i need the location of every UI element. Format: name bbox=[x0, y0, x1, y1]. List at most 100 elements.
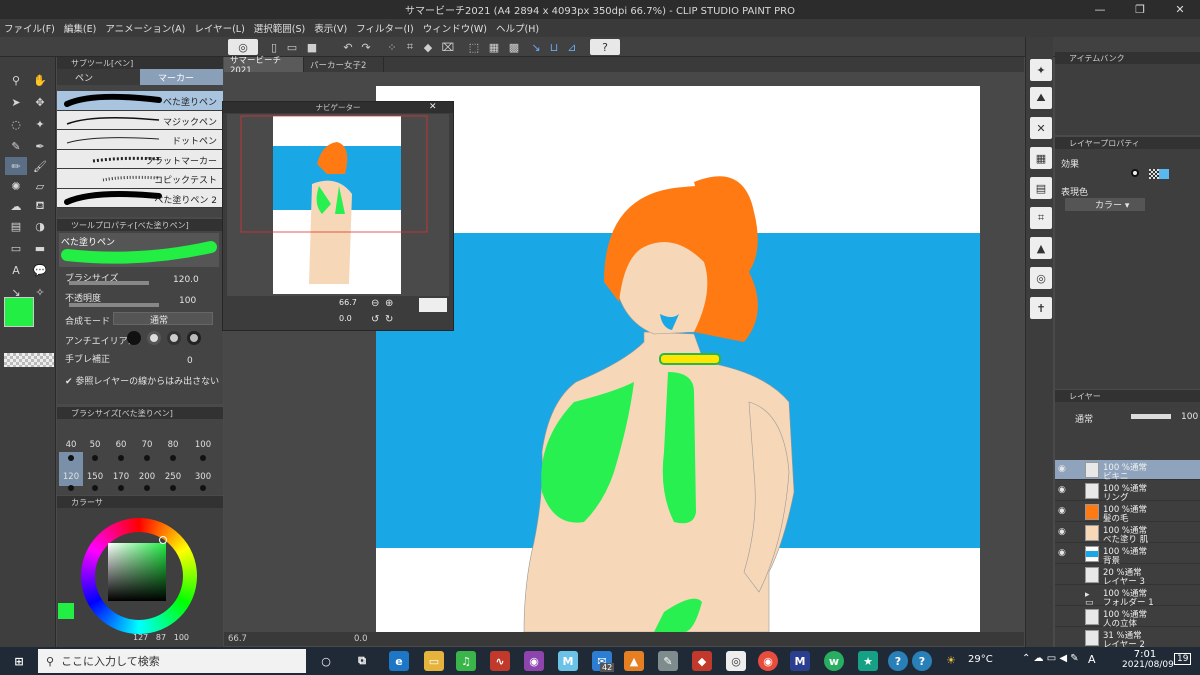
eye-icon[interactable]: ◉ bbox=[1058, 549, 1068, 558]
clear-icon[interactable]: ⁘ bbox=[384, 39, 400, 55]
gradient-icon[interactable]: ▤ bbox=[5, 217, 27, 235]
frame-icon[interactable]: ⌗ bbox=[1030, 207, 1052, 229]
antialias-none-option[interactable] bbox=[127, 331, 141, 345]
layer-blend-select[interactable]: 通常 bbox=[1075, 412, 1093, 425]
status-angle[interactable]: 0.0 bbox=[354, 634, 368, 644]
snap-special-ruler-icon[interactable]: ⊔ bbox=[546, 39, 562, 55]
main-color-swatch[interactable] bbox=[4, 297, 34, 327]
eye-icon[interactable]: ◉ bbox=[1058, 465, 1068, 474]
effect-icon[interactable]: ◎ bbox=[1030, 267, 1052, 289]
rotate-left-icon[interactable]: ↺ bbox=[371, 314, 379, 325]
material-icon[interactable]: ⛰ bbox=[1030, 87, 1052, 109]
navigator-close-icon[interactable]: ✕ bbox=[429, 102, 437, 112]
sv-picker-handle[interactable] bbox=[159, 536, 167, 544]
pencil-tool-icon[interactable]: ✏ bbox=[5, 157, 27, 175]
layer-row[interactable]: ◉ 100 %通常 背景 bbox=[1055, 544, 1200, 566]
crop-icon[interactable]: ⌧ bbox=[440, 39, 456, 55]
ime-indicator[interactable]: A bbox=[1088, 653, 1096, 666]
mountain-icon[interactable]: ▲ bbox=[1030, 237, 1052, 259]
menu-edit[interactable]: 編集(E) bbox=[64, 21, 96, 35]
brush-tool-icon[interactable]: 🖌 bbox=[29, 157, 51, 175]
help-app-icon[interactable]: ? bbox=[888, 651, 908, 671]
ruler-tool-icon[interactable]: ▬ bbox=[29, 239, 51, 257]
cortana-icon[interactable]: ○ bbox=[316, 651, 336, 671]
zoom-out-icon[interactable]: ⊖ bbox=[371, 298, 379, 309]
size-option[interactable]: 170 bbox=[109, 472, 133, 482]
snap-grid-icon[interactable]: ⊿ bbox=[564, 39, 580, 55]
undo-icon[interactable]: ↶ bbox=[340, 39, 356, 55]
transform-icon[interactable]: ⌗ bbox=[402, 39, 418, 55]
eye-icon[interactable]: ◉ bbox=[1058, 507, 1068, 516]
antialias-weak-option[interactable] bbox=[147, 331, 161, 345]
operation-tool-icon[interactable]: ➤ bbox=[5, 93, 27, 111]
fill-tool-icon[interactable]: ⛾ bbox=[29, 197, 51, 215]
eraser-icon[interactable]: ▱ bbox=[29, 177, 51, 195]
notification-icon[interactable]: 19 bbox=[1174, 653, 1192, 665]
temperature[interactable]: 29°C bbox=[968, 654, 993, 665]
sparkle-icon[interactable]: ✦ bbox=[1030, 59, 1052, 81]
saturation-value-square[interactable] bbox=[108, 543, 166, 601]
weather-icon[interactable]: ☀ bbox=[946, 654, 956, 667]
menu-filter[interactable]: フィルター(I) bbox=[356, 21, 414, 35]
menu-view[interactable]: 表示(V) bbox=[314, 21, 347, 35]
system-tray-icons[interactable]: ⌃ ☁ ▭ ◀ ✎ bbox=[1022, 653, 1079, 664]
taskbar-search[interactable]: ⚲ ここに入力して検索 bbox=[38, 649, 306, 673]
size-option[interactable]: 40 bbox=[59, 440, 83, 450]
move-layer-icon[interactable]: ✥ bbox=[29, 93, 51, 111]
audio-app-icon[interactable]: ∿ bbox=[490, 651, 510, 671]
layer-row[interactable]: ◉ 100 %通常 髪の毛 bbox=[1055, 502, 1200, 524]
media-app-icon[interactable]: ◉ bbox=[524, 651, 544, 671]
figure-tool-icon[interactable]: ◑ bbox=[29, 217, 51, 235]
frame-tool-icon[interactable]: ▭ bbox=[5, 239, 27, 257]
expression-color-select[interactable]: カラー ▾ bbox=[1065, 198, 1145, 211]
size-option[interactable]: 300 bbox=[191, 472, 215, 482]
w-app-icon[interactable]: w bbox=[824, 651, 844, 671]
layer-row[interactable]: ◉ 100 %通常 ビキニ bbox=[1055, 460, 1200, 482]
opacity-slider[interactable] bbox=[69, 303, 159, 307]
chrome-icon[interactable]: ◉ bbox=[758, 651, 778, 671]
tone-effect-icon[interactable] bbox=[1149, 169, 1159, 179]
rotate-right-icon[interactable]: ↻ bbox=[385, 314, 393, 325]
maximize-button[interactable]: ❐ bbox=[1120, 0, 1160, 19]
show-selection-icon[interactable]: ▩ bbox=[506, 39, 522, 55]
tone-icon[interactable]: ✕ bbox=[1030, 117, 1052, 139]
size-option[interactable]: 50 bbox=[83, 440, 107, 450]
brush-item-3[interactable]: フラットマーカー bbox=[57, 149, 223, 169]
save-icon[interactable]: ■ bbox=[304, 39, 320, 55]
blend-tool-icon[interactable]: ☁ bbox=[5, 197, 27, 215]
brush-size-value[interactable]: 120.0 bbox=[173, 275, 199, 285]
mini-main-color[interactable] bbox=[58, 603, 74, 619]
pen-tool-icon[interactable]: ✒ bbox=[29, 137, 51, 155]
flip-horizontal-icon[interactable] bbox=[419, 298, 447, 312]
stabilization-value[interactable]: 0 bbox=[187, 356, 193, 366]
transparent-color-swatch[interactable] bbox=[4, 353, 54, 367]
clip-studio-taskbar-icon[interactable]: ◎ bbox=[726, 651, 746, 671]
menu-help[interactable]: ヘルプ(H) bbox=[496, 21, 539, 35]
layer-color-icon[interactable] bbox=[1159, 169, 1169, 179]
layer-row[interactable]: ◉ 100 %通常 べた塗り 肌 bbox=[1055, 523, 1200, 545]
layer-row[interactable]: 100 %通常 人の立体 bbox=[1055, 607, 1200, 629]
size-option[interactable]: 250 bbox=[161, 472, 185, 482]
tab-summer-beach[interactable]: サマービーチ2021 bbox=[224, 56, 304, 76]
invert-selection-icon[interactable]: ▦ bbox=[486, 39, 502, 55]
close-button[interactable]: ✕ bbox=[1160, 0, 1200, 19]
zoom-in-icon[interactable]: ⊕ bbox=[385, 298, 393, 309]
file-explorer-icon[interactable]: ▭ bbox=[424, 651, 444, 671]
eyedropper-icon[interactable]: ✎ bbox=[5, 137, 27, 155]
brush-item-5[interactable]: べた塗りペン 2 bbox=[57, 188, 223, 208]
menu-animation[interactable]: アニメーション(A) bbox=[105, 21, 185, 35]
m-app-icon[interactable]: M bbox=[558, 651, 578, 671]
brush-item-0[interactable]: べた塗りペン bbox=[57, 91, 223, 111]
layer-row[interactable]: 31 %通常 レイヤー 2 bbox=[1055, 628, 1200, 650]
menu-window[interactable]: ウィンドウ(W) bbox=[423, 21, 487, 35]
layer-row[interactable]: ▸ ▭ 100 %通常 フォルダー 1 bbox=[1055, 586, 1200, 608]
menu-layer[interactable]: レイヤー(L) bbox=[194, 21, 244, 35]
navigator-preview[interactable] bbox=[227, 114, 449, 296]
fill-icon[interactable]: ◆ bbox=[420, 39, 436, 55]
layer-row[interactable]: ◉ 100 %通常 リング bbox=[1055, 481, 1200, 503]
antialias-mid-option[interactable] bbox=[167, 331, 181, 345]
hand-tool-icon[interactable]: ✋ bbox=[29, 71, 51, 89]
brush-item-1[interactable]: マジックペン bbox=[57, 110, 223, 130]
paint-app-icon[interactable]: ✎ bbox=[658, 651, 678, 671]
eye-icon[interactable]: ◉ bbox=[1058, 528, 1068, 537]
